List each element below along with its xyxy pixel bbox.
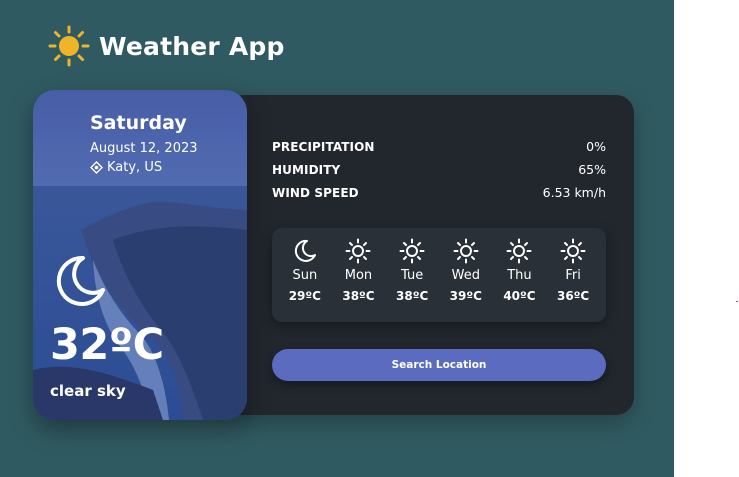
stat-value: 0%	[586, 139, 606, 154]
forecast-day-thu: Thu 40ºC	[494, 228, 544, 322]
forecast-day-temp: 29ºC	[288, 289, 321, 303]
stat-label: HUMIDITY	[272, 162, 341, 177]
forecast-day-temp: 36ºC	[556, 289, 590, 303]
sun-icon	[506, 238, 532, 264]
app-title: Weather App	[99, 31, 285, 61]
search-location-button[interactable]: Search Location	[272, 349, 606, 381]
forecast-day-temp: 39ºC	[449, 289, 482, 303]
moon-icon	[56, 255, 105, 306]
forecast-day-name: Sun	[292, 268, 318, 283]
details-panel: PRECIPITATION 0% HUMIDITY 65% WIND SPEED…	[226, 95, 634, 415]
forecast-day-sun: Sun 29ºC	[280, 228, 330, 322]
stray-mark	[736, 301, 738, 302]
stat-value: 6.53 km/h	[542, 185, 606, 200]
sun-icon	[560, 238, 586, 264]
forecast-day-name: Tue	[401, 268, 424, 283]
forecast-day-tue: Tue 38ºC	[387, 228, 437, 322]
forecast-day-temp: 40ºC	[503, 289, 536, 303]
stat-row-precipitation: PRECIPITATION 0%	[272, 135, 606, 158]
forecast-day-mon: Mon 38ºC	[333, 228, 383, 322]
forecast-day-name: Wed	[451, 268, 480, 283]
stat-label: WIND SPEED	[272, 185, 359, 200]
stats-list: PRECIPITATION 0% HUMIDITY 65% WIND SPEED…	[272, 135, 606, 204]
forecast-day-name: Mon	[344, 268, 373, 283]
stat-value: 65%	[578, 162, 606, 177]
sun-icon	[453, 238, 479, 264]
weather-description: clear sky	[50, 382, 126, 400]
current-weather-card: Saturday August 12, 2023 Katy, US 32ºC c…	[33, 90, 247, 420]
forecast-day-wed: Wed 39ºC	[441, 228, 491, 322]
forecast-day-fri: Fri 36ºC	[548, 228, 598, 322]
current-day: Saturday	[90, 112, 187, 134]
forecast-strip: Sun 29ºC Mon 38ºC Tue 38ºC Wed 39ºC Thu …	[272, 228, 606, 322]
stat-label: PRECIPITATION	[272, 139, 375, 154]
stat-row-wind-speed: WIND SPEED 6.53 km/h	[272, 181, 606, 204]
forecast-day-name: Fri	[565, 268, 581, 283]
forecast-day-temp: 38ºC	[342, 289, 375, 303]
location-pin-icon	[90, 161, 103, 174]
stat-row-humidity: HUMIDITY 65%	[272, 158, 606, 181]
sun-icon	[48, 25, 90, 67]
app-header: Weather App	[47, 24, 285, 68]
forecast-day-temp: 38ºC	[396, 289, 429, 303]
current-location: Katy, US	[90, 160, 162, 175]
card-overlay: Saturday August 12, 2023 Katy, US 32ºC c…	[33, 90, 247, 420]
current-temperature: 32ºC	[50, 320, 164, 370]
sun-icon	[345, 238, 371, 264]
sun-icon	[399, 238, 425, 264]
forecast-day-name: Thu	[507, 268, 532, 283]
moon-icon	[294, 239, 316, 262]
current-date: August 12, 2023	[90, 141, 198, 156]
location-label: Katy, US	[107, 160, 163, 175]
